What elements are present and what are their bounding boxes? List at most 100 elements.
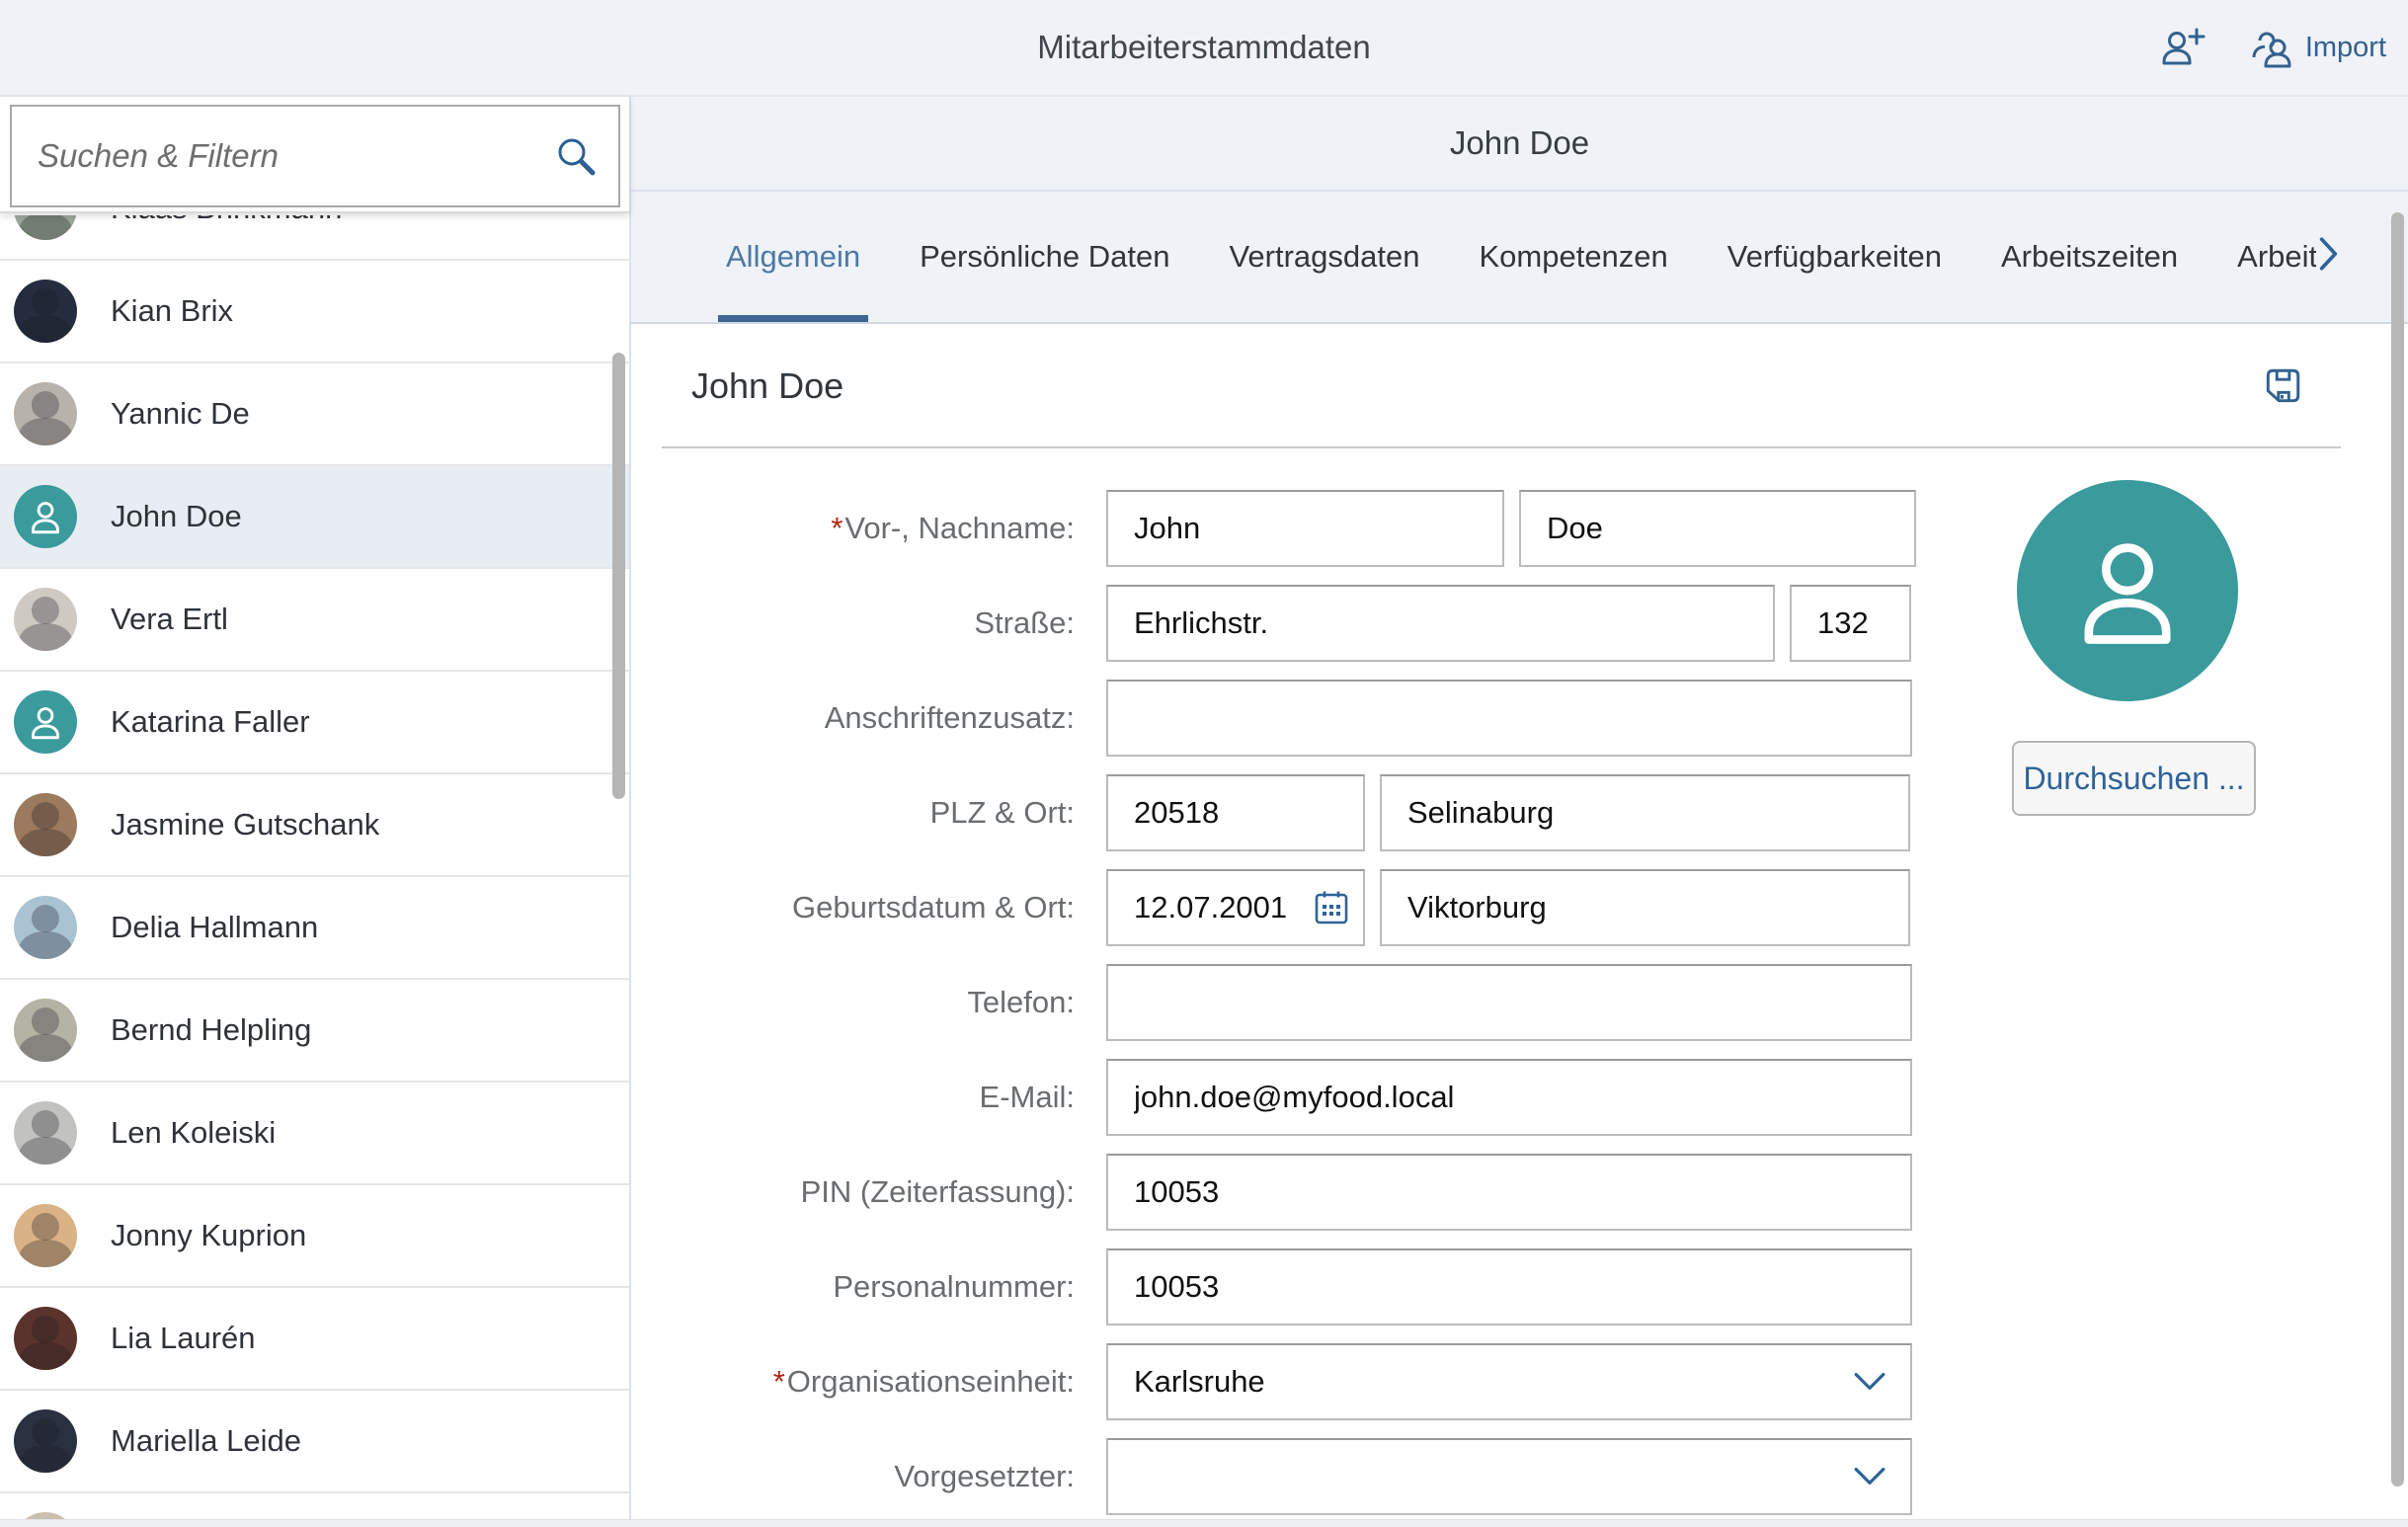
employee-row[interactable]: Kian Brix [0,261,629,363]
calendar-icon[interactable] [1312,887,1351,928]
employee-sidebar: Klaas Brinkmann Kian Brix Yannic De John… [0,97,631,1519]
pin-field [1106,1154,1912,1231]
form-row-org-unit: *Organisationseinheit: [691,1334,2408,1429]
org-unit-value[interactable] [1106,1343,1912,1420]
employee-name: Bernd Helpling [111,1012,311,1048]
last-name-field [1519,490,1916,567]
chevron-down-icon [1853,1466,1886,1487]
employee-row-selected[interactable]: John Doe [0,466,629,569]
street-input[interactable] [1106,585,1775,662]
field-label: *Vor-, Nachname: [691,511,1075,546]
tab-clipped[interactable]: Arbeitsze [2237,192,2316,322]
add-employee-button[interactable] [2159,24,2207,71]
chevron-right-icon [2318,235,2340,273]
employee-name: Vera Ertl [111,602,228,637]
employee-name: Jasmine Gutschank [111,807,379,843]
tab-bar: Allgemein Persönliche Daten Vertragsdate… [631,192,2408,324]
search-input[interactable] [12,112,545,201]
employee-row[interactable]: Klaas Brinkmann [0,215,629,261]
save-icon[interactable] [2262,365,2303,407]
required-marker: * [773,1364,785,1399]
field-label: Straße: [691,605,1075,641]
search-box [10,105,620,207]
supervisor-value[interactable] [1106,1438,1912,1515]
address-extra-field [1106,680,1912,757]
tab-arbeitszeiten[interactable]: Arbeitszeiten [2001,192,2178,322]
pin-input[interactable] [1106,1154,1912,1231]
birthplace-input[interactable] [1380,869,1910,946]
avatar-photo [14,382,77,445]
avatar-photo [14,999,77,1062]
first-name-input[interactable] [1106,490,1504,567]
import-button[interactable]: Import [2250,26,2386,69]
phone-field [1106,964,1912,1041]
required-marker: * [831,511,843,545]
avatar-photo [14,1101,77,1165]
city-input[interactable] [1380,774,1910,851]
birthdate-field [1106,869,1365,946]
field-label: *Organisationseinheit: [691,1364,1075,1400]
tab-strip: Allgemein Persönliche Daten Vertragsdate… [631,192,2316,322]
form-row-personnel-number: Personalnummer: [691,1240,2408,1334]
section-header: John Doe [691,326,2408,446]
zip-input[interactable] [1106,774,1365,851]
shell-header: Mitarbeiterstammdaten [0,0,2408,97]
footer-strip [0,1519,2408,1527]
employee-row[interactable]: Lia Laurén [0,1288,629,1391]
employee-row[interactable]: Jonny Kuprion [0,1185,629,1288]
employee-row[interactable]: Bernd Helpling [0,980,629,1083]
form-row-supervisor: Vorgesetzter: [691,1429,2408,1524]
section-title: John Doe [691,365,843,407]
browse-button[interactable]: Durchsuchen ... [2012,741,2256,816]
last-name-input[interactable] [1519,490,1916,567]
field-label: Geburtsdatum & Ort: [691,890,1075,925]
detail-panel: John Doe Allgemein Persönliche Daten Ver… [631,97,2408,1519]
section-divider [662,446,2341,448]
form-row-birthdate: Geburtsdatum & Ort: [691,860,2408,955]
personnel-number-input[interactable] [1106,1248,1912,1326]
field-label: Telefon: [691,985,1075,1020]
avatar-photo [14,1409,77,1473]
employee-master-data-app: Mitarbeiterstammdaten [0,0,2408,1527]
employee-name: John Doe [111,499,242,534]
field-label: E-Mail: [691,1080,1075,1115]
supervisor-select[interactable] [1106,1438,1912,1515]
address-extra-input[interactable] [1106,680,1912,757]
search-area [0,97,629,213]
tab-overflow-button[interactable] [2318,192,2340,316]
employee-row[interactable]: Mariella Leide [0,1391,629,1493]
search-icon[interactable] [545,133,618,179]
employee-row[interactable]: Vera Ertl [0,569,629,672]
person-plus-icon [2159,24,2207,71]
employee-name: Yannic De [111,396,250,432]
tab-allgemein[interactable]: Allgemein [726,192,860,322]
avatar-photo [14,1307,77,1370]
tab-verfuegbarkeiten[interactable]: Verfügbarkeiten [1727,192,1942,322]
city-field [1380,774,1910,851]
employee-name: Len Koleiski [111,1115,276,1151]
employee-row[interactable] [0,1493,629,1519]
email-input[interactable] [1106,1059,1912,1136]
people-icon [2250,26,2295,69]
avatar-photo [14,1512,77,1519]
employee-name: Lia Laurén [111,1321,256,1356]
field-label: Anschriftenzusatz: [691,700,1075,736]
person-icon [2062,525,2193,656]
street-field [1106,585,1775,662]
phone-input[interactable] [1106,964,1912,1041]
employee-row[interactable]: Jasmine Gutschank [0,774,629,877]
tab-vertragsdaten[interactable]: Vertragsdaten [1229,192,1419,322]
employee-row[interactable]: Delia Hallmann [0,877,629,980]
field-label: Vorgesetzter: [691,1459,1075,1494]
tab-kompetenzen[interactable]: Kompetenzen [1479,192,1667,322]
org-unit-select[interactable] [1106,1343,1912,1420]
main-scrollbar-thumb[interactable] [2391,212,2404,1487]
employee-row[interactable]: Yannic De [0,363,629,466]
employee-row[interactable]: Katarina Faller [0,672,629,774]
sidebar-scrollbar-thumb[interactable] [612,353,625,799]
employee-row[interactable]: Len Koleiski [0,1083,629,1185]
street-number-input[interactable] [1790,585,1911,662]
tab-persoenliche-daten[interactable]: Persönliche Daten [920,192,1169,322]
detail-header: John Doe [631,97,2408,192]
form-row-pin: PIN (Zeiterfassung): [691,1145,2408,1240]
